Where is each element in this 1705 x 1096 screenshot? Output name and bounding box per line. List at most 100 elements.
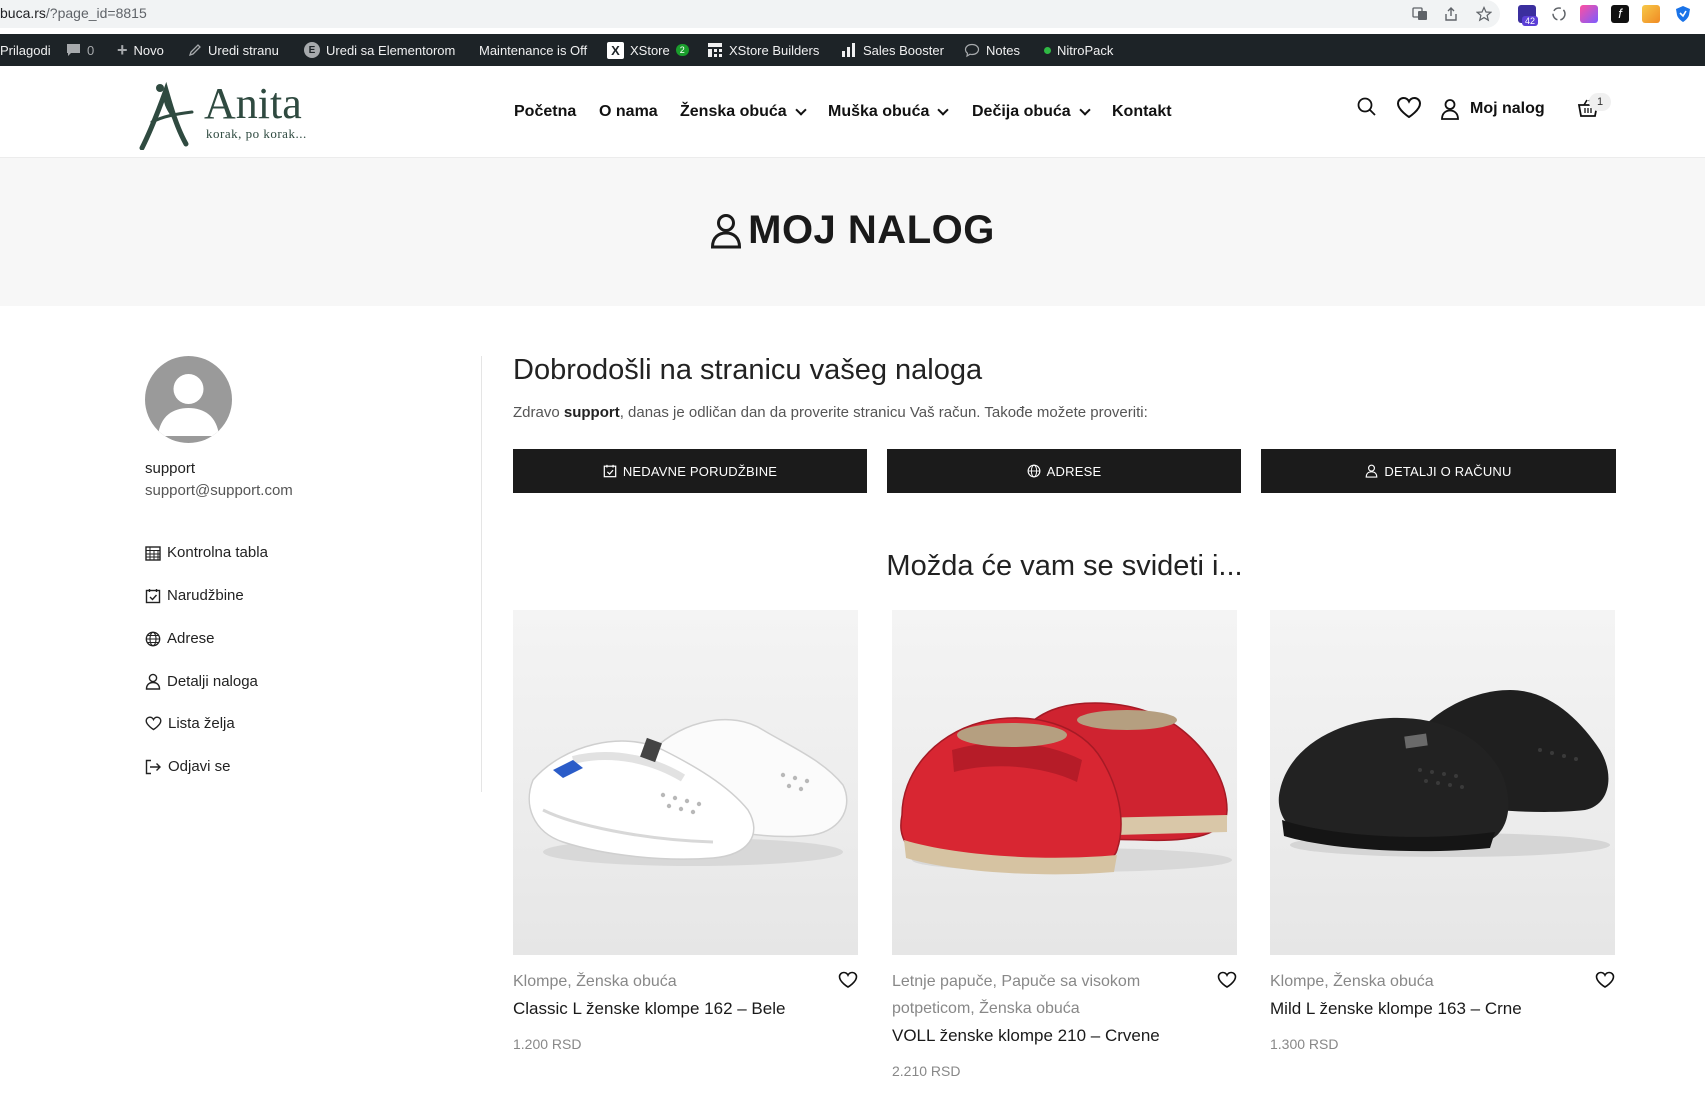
calendar-check-icon (145, 588, 161, 603)
recent-orders-button[interactable]: NEDAVNE PORUDŽBINE (513, 449, 867, 493)
comment-icon (67, 44, 80, 56)
browser-toolbar: buca.rs/?page_id=8815 42 f (0, 0, 1705, 34)
heart-icon[interactable] (1595, 970, 1615, 990)
bar-chart-icon (842, 43, 855, 57)
xstore-icon: X (607, 41, 624, 59)
sidebar-item-logout[interactable]: Odjavi se (145, 758, 231, 775)
heart-icon[interactable] (1217, 970, 1237, 990)
gradient-extension-icon[interactable] (1580, 5, 1598, 23)
cart-count-badge: 1 (1589, 93, 1611, 111)
shield-extension-icon[interactable] (1674, 5, 1692, 23)
bookmark-star-icon[interactable] (1474, 4, 1494, 24)
admin-customize[interactable]: Prilagodi (0, 34, 51, 66)
font-extension-icon[interactable]: f (1611, 5, 1629, 23)
grid-icon (708, 43, 722, 57)
xstore-badge: 2 (675, 44, 689, 56)
sidebar-item-account-details[interactable]: Detalji naloga (145, 673, 258, 690)
nav-zenska-obuca[interactable]: Ženska obuća (680, 66, 807, 158)
translate-icon[interactable] (1410, 4, 1430, 24)
product-name[interactable]: Classic L ženske klompe 162 – Bele (513, 999, 785, 1019)
chevron-down-icon (1079, 103, 1091, 116)
share-icon[interactable] (1441, 4, 1461, 24)
sidebar-item-label: Narudžbine (167, 587, 244, 604)
elementor-icon: E (304, 42, 320, 58)
admin-notes[interactable]: Notes (964, 34, 1020, 66)
recommendations-heading: Možda će vam se svideti i... (886, 550, 1243, 582)
extension-badge: 42 (1522, 16, 1539, 26)
nav-pocetna[interactable]: Početna (514, 66, 576, 158)
nav-o-nama[interactable]: O nama (599, 66, 658, 158)
admin-new[interactable]: + Novo (117, 34, 164, 66)
sidebar-email: support@support.com (145, 482, 293, 499)
account-details-label: DETALJI O RAČUNU (1384, 463, 1512, 479)
addresses-button[interactable]: ADRESE (887, 449, 1241, 493)
speech-bubble-icon (964, 43, 980, 57)
admin-nitropack-label: NitroPack (1057, 42, 1114, 58)
user-icon (711, 213, 742, 248)
sidebar-item-label: Detalji naloga (167, 673, 258, 690)
sidebar-item-addresses[interactable]: Adrese (145, 630, 215, 647)
sidebar-item-wishlist[interactable]: Lista želja (145, 715, 235, 732)
user-icon (1366, 464, 1378, 478)
pencil-icon (188, 44, 201, 57)
chevron-down-icon (795, 103, 807, 116)
greeting-username: support (563, 404, 620, 421)
nav-kontakt[interactable]: Kontakt (1112, 66, 1172, 158)
recycle-icon[interactable] (1550, 5, 1568, 23)
sidebar-item-label: Kontrolna tabla (167, 544, 268, 561)
admin-maintenance[interactable]: Maintenance is Off (479, 34, 587, 66)
welcome-heading: Dobrodošli na stranicu vašeg naloga (513, 354, 983, 386)
nav-muska-obuca[interactable]: Muška obuća (828, 66, 950, 158)
chevron-down-icon (937, 103, 950, 116)
page-hero: MOJ NALOG (0, 158, 1705, 306)
product-image-red-clog[interactable] (892, 610, 1237, 955)
pencil-extension-icon[interactable] (1642, 5, 1660, 23)
product-categories[interactable]: Klompe, Ženska obuća (513, 968, 813, 995)
admin-bar: Prilagodi 0 + Novo Uredi stranu E Uredi … (0, 34, 1705, 66)
search-icon[interactable] (1356, 96, 1380, 120)
admin-builders[interactable]: XStore Builders (707, 34, 819, 66)
logo-name: Anita (204, 79, 302, 128)
logo-tagline: korak, po korak... (206, 126, 307, 141)
globe-icon (145, 631, 161, 646)
admin-edit-elementor[interactable]: E Uredi sa Elementorom (304, 34, 455, 66)
product-name[interactable]: Mild L ženske klompe 163 – Crne (1270, 999, 1522, 1019)
product-image-black-clog[interactable] (1270, 610, 1615, 955)
product-image-white-clog[interactable] (513, 610, 858, 955)
admin-sales-booster[interactable]: Sales Booster (841, 34, 944, 66)
wishlist-heart-icon[interactable] (1396, 96, 1422, 120)
admin-xstore-label: XStore (630, 42, 670, 58)
product-categories[interactable]: Letnje papuče, Papuče sa visokom potpeti… (892, 968, 1172, 1022)
url-text[interactable]: buca.rs/?page_id=8815 (0, 5, 147, 21)
calendar-grid-icon (145, 545, 161, 561)
admin-nitropack[interactable]: NitroPack (1044, 34, 1113, 66)
heart-icon[interactable] (838, 970, 858, 990)
sidebar-divider (481, 356, 482, 792)
avatar (145, 356, 232, 443)
logout-icon (145, 759, 161, 774)
sidebar-item-dashboard[interactable]: Kontrolna tabla (145, 544, 268, 561)
product-name[interactable]: VOLL ženske klompe 210 – Crvene (892, 1026, 1160, 1046)
logo-figure-icon (139, 82, 194, 150)
recent-orders-label: NEDAVNE PORUDŽBINE (622, 463, 778, 479)
status-dot-icon (1044, 46, 1051, 54)
account-details-button[interactable]: DETALJI O RAČUNU (1261, 449, 1616, 493)
nav-decija-obuca[interactable]: Dečija obuća (972, 66, 1091, 158)
product-price: 1.200 RSD (513, 1036, 582, 1052)
account-link[interactable]: Moj nalog (1440, 66, 1545, 152)
site-logo[interactable]: Anita korak, po korak... (136, 76, 316, 150)
product-categories[interactable]: Klompe, Ženska obuća (1270, 968, 1570, 995)
sidebar-item-label: Lista želja (168, 715, 235, 732)
user-icon (145, 673, 161, 690)
comments-count: 0 (87, 42, 95, 58)
sidebar-item-orders[interactable]: Narudžbine (145, 587, 244, 604)
plus-icon: + (117, 39, 128, 60)
admin-xstore[interactable]: X XStore 2 (607, 34, 689, 66)
admin-comments[interactable]: 0 (66, 34, 94, 66)
admin-edit-page[interactable]: Uredi stranu (188, 34, 279, 66)
address-bar[interactable]: buca.rs/?page_id=8815 (0, 0, 1500, 28)
page-title: MOJ NALOG (0, 208, 1705, 253)
calendar-check-icon (603, 464, 617, 478)
admin-notes-label: Notes (986, 42, 1020, 58)
greeting-text: Zdravo support, danas je odličan dan da … (513, 404, 1148, 421)
